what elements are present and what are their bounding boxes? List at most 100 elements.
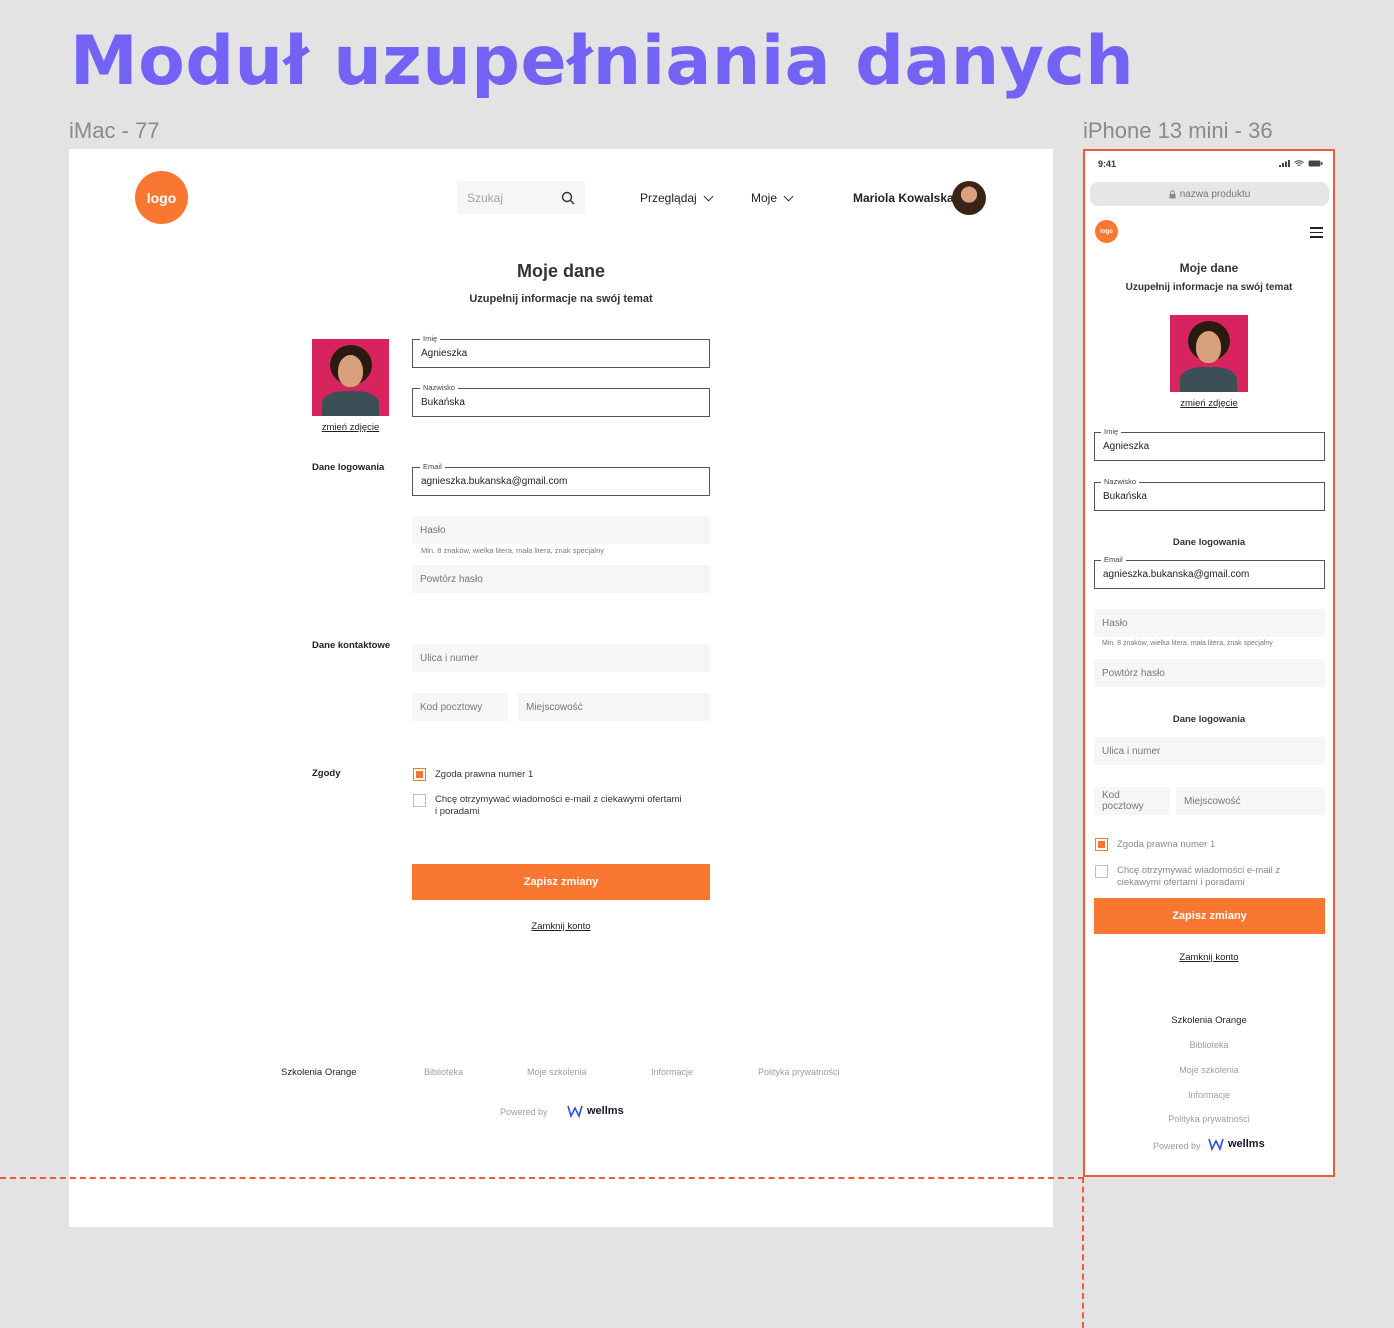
email-label: Email [420,462,445,471]
fold-guide-vertical [1082,1177,1084,1328]
wellms-text: wellms [587,1105,624,1117]
url-bar[interactable]: nazwa produktu [1090,182,1329,206]
mobile-frame: 9:41 nazwa produktu logo Moje dane Uzupe… [1083,149,1335,1177]
change-photo-link[interactable]: zmień zdjęcie [312,422,389,433]
email-value: agnieszka.bukanska@gmail.com [421,476,568,487]
footer-link-info[interactable]: Informacje [651,1067,693,1077]
mobile-consent2-label: Chcę otrzymywać wiadomości e-mail z ciek… [1117,865,1281,888]
mobile-footer-link-privacy[interactable]: Polityka prywatności [1085,1114,1333,1124]
mobile-form-title: Moje dane [1179,261,1239,275]
mobile-street-field[interactable]: Ulica i numer [1094,737,1325,765]
page-title: Moduł uzupełniania danych [70,22,1135,101]
user-name[interactable]: Mariola Kowalska [853,191,954,205]
nav-mine[interactable]: Moje [751,191,794,205]
mobile-wellms-text: wellms [1228,1138,1265,1150]
mobile-contact-section-label: Dane logowania [1172,714,1246,725]
mobile-frame-label: iPhone 13 mini - 36 [1083,118,1273,143]
close-account-link[interactable]: Zamknij konto [511,921,611,932]
mobile-consent1-checkbox[interactable] [1095,838,1108,851]
nav-mine-label: Moje [751,191,778,205]
search-input[interactable]: Szukaj [457,181,585,214]
desktop-frame: logo Szukaj Przeglądaj Moje Mariola Kowa… [69,149,1053,1227]
form-title: Moje dane [516,261,605,281]
mobile-zip-field[interactable]: Kod pocztowy [1094,787,1170,815]
mobile-first-name-field[interactable]: Agnieszka [1094,432,1325,461]
mobile-email-field[interactable]: agnieszka.bukanska@gmail.com [1094,560,1325,589]
mobile-login-section-label: Dane logowania [1172,537,1246,548]
logo[interactable]: logo [135,171,188,224]
mobile-logo[interactable]: logo [1095,220,1118,243]
city-field[interactable]: Miejscowość [518,693,710,721]
mobile-wellms-logo[interactable]: wellms [1208,1137,1265,1151]
consent1-checkbox[interactable] [413,768,426,781]
mobile-street-placeholder: Ulica i numer [1102,745,1161,757]
zip-field[interactable]: Kod pocztowy [412,693,508,721]
nav-browse[interactable]: Przeglądaj [640,191,714,205]
first-name-value: Agnieszka [421,348,468,359]
footer-link-library[interactable]: Biblioteka [424,1067,463,1077]
mobile-password-placeholder: Hasło [1102,617,1128,629]
consent2-label: Chcę otrzymywać wiadomości e-mail z ciek… [435,794,682,817]
powered-by-text: Powered by [500,1107,548,1117]
footer-link-privacy[interactable]: Polityka prywatności [758,1067,840,1077]
footer-brand: Szkolenia Orange [281,1067,357,1078]
first-name-field[interactable]: Agnieszka [412,339,710,368]
chevron-down-icon [703,191,714,201]
last-name-label: Nazwisko [420,383,459,392]
repeat-password-field[interactable]: Powtórz hasło [412,565,710,593]
mobile-city-field[interactable]: Miejscowość [1176,787,1325,815]
email-field[interactable]: agnieszka.bukanska@gmail.com [412,467,710,496]
mobile-footer-link-info[interactable]: Informacje [1085,1090,1333,1100]
login-section-label: Dane logowania [312,462,385,473]
footer-link-my-courses[interactable]: Moje szkolenia [527,1067,587,1077]
mobile-powered-by-text: Powered by [1153,1141,1201,1151]
chevron-down-icon [783,191,794,201]
mobile-email-label: Email [1101,555,1126,564]
mobile-password-hint: Min. 8 znaków, wielka litera, mała liter… [1102,640,1273,647]
menu-icon[interactable] [1310,227,1323,241]
mobile-save-button[interactable]: Zapisz zmiany [1094,898,1325,934]
url-text: nazwa produktu [1179,188,1251,200]
city-placeholder: Miejscowość [526,701,583,713]
street-field[interactable]: Ulica i numer [412,644,710,672]
mobile-last-name-label: Nazwisko [1101,477,1140,486]
search-icon[interactable] [561,191,575,205]
desktop-frame-label: iMac - 77 [69,118,160,143]
consent2-checkbox[interactable] [413,794,426,807]
wifi-icon [1294,160,1304,167]
wellms-mark-icon [567,1105,583,1118]
password-placeholder: Hasło [420,524,446,536]
mobile-footer-link-library[interactable]: Biblioteka [1085,1040,1333,1050]
status-icons [1279,160,1323,167]
wellms-logo[interactable]: wellms [567,1104,624,1118]
form-subtitle: Uzupełnij informacje na swój temat [469,293,653,305]
last-name-field[interactable]: Bukańska [412,388,710,417]
mobile-first-name-value: Agnieszka [1103,441,1150,452]
zip-placeholder: Kod pocztowy [420,701,483,713]
mobile-close-account-link[interactable]: Zamknij konto [1159,952,1259,963]
search-placeholder: Szukaj [467,190,504,205]
avatar[interactable] [952,181,986,215]
mobile-email-value: agnieszka.bukanska@gmail.com [1103,569,1250,580]
mobile-profile-photo [1170,315,1248,392]
mobile-password-field[interactable]: Hasło [1094,609,1325,637]
mobile-last-name-field[interactable]: Bukańska [1094,482,1325,511]
lock-icon [1169,189,1176,198]
mobile-consent2-checkbox[interactable] [1095,865,1108,878]
mobile-city-placeholder: Miejscowość [1184,795,1241,807]
contact-section-label: Dane kontaktowe [312,640,391,651]
mobile-first-name-label: Imię [1101,427,1122,436]
wellms-mark-icon [1208,1138,1224,1151]
password-hint: Min. 8 znaków, wielka litera, mała liter… [421,546,604,555]
password-field[interactable]: Hasło [412,516,710,544]
last-name-value: Bukańska [421,397,465,408]
mobile-repeat-password-placeholder: Powtórz hasło [1102,667,1165,679]
mobile-footer-brand: Szkolenia Orange [1171,1015,1247,1026]
save-button[interactable]: Zapisz zmiany [412,864,710,900]
battery-icon [1308,160,1323,167]
fold-guide-horizontal [0,1177,1084,1179]
mobile-footer-link-my-courses[interactable]: Moje szkolenia [1085,1065,1333,1075]
mobile-change-photo-link[interactable]: zmień zdjęcie [1159,398,1259,409]
mobile-repeat-password-field[interactable]: Powtórz hasło [1094,659,1325,687]
mobile-form-subtitle: Uzupełnij informacje na swój temat [1125,282,1293,293]
